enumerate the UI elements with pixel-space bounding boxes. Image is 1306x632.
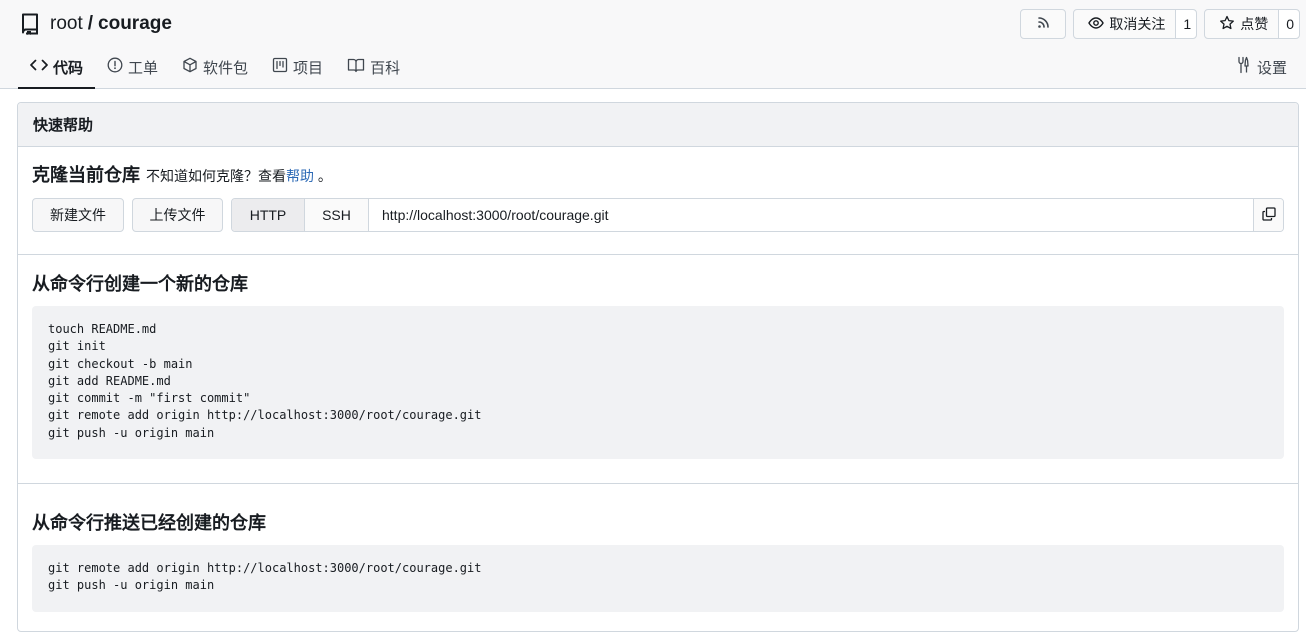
http-protocol-button[interactable]: HTTP [232, 199, 305, 231]
unwatch-button[interactable]: 取消关注 [1074, 10, 1175, 38]
watch-button-group: 取消关注 1 [1073, 9, 1198, 39]
upload-file-button[interactable]: 上传文件 [132, 198, 223, 232]
clone-section-title: 克隆当前仓库 不知道如何克隆？查看帮助 。 [32, 161, 332, 187]
tab-packages[interactable]: 软件包 [170, 47, 260, 87]
tab-wiki-label: 百科 [370, 59, 401, 77]
repo-separator: / [87, 13, 94, 34]
clone-help-text: 不知道如何克隆？查看帮助 。 [146, 166, 332, 186]
tab-packages-label: 软件包 [203, 59, 249, 77]
book-icon [347, 57, 365, 77]
ssh-protocol-button[interactable]: SSH [305, 199, 369, 231]
repo-name-link[interactable]: courage [98, 13, 172, 35]
code-icon [30, 58, 48, 76]
tab-settings[interactable]: 设置 [1235, 47, 1287, 87]
tab-projects-label: 项目 [293, 59, 324, 77]
tab-issues-label: 工单 [128, 59, 159, 77]
new-file-button[interactable]: 新建文件 [32, 198, 124, 232]
clone-url-group: HTTP SSH [231, 198, 1284, 232]
star-button[interactable]: 点赞 [1205, 10, 1278, 38]
star-icon [1219, 15, 1235, 34]
stars-count[interactable]: 0 [1278, 10, 1299, 38]
star-label: 点赞 [1240, 16, 1269, 32]
project-icon [272, 57, 288, 77]
star-button-group: 点赞 0 [1204, 9, 1300, 39]
section-divider [18, 254, 1298, 255]
new-repo-code-block: touch README.md git init git checkout -b… [32, 306, 1284, 459]
clone-heading: 克隆当前仓库 [32, 165, 140, 185]
repo-tabs: 代码 工单 软件包 项目 百科 [18, 47, 412, 89]
clone-help-prefix: 不知道如何克隆？查看 [146, 168, 286, 184]
clone-help-link[interactable]: 帮助 [286, 168, 314, 184]
repo-icon [19, 12, 41, 36]
push-existing-code-block: git remote add origin http://localhost:3… [32, 545, 1284, 612]
section-divider [18, 483, 1298, 484]
tab-wiki[interactable]: 百科 [335, 47, 412, 87]
package-icon [182, 57, 198, 77]
repo-title: root / courage [19, 11, 172, 37]
clone-row: 新建文件 上传文件 HTTP SSH [32, 198, 1284, 232]
rss-icon [1036, 16, 1050, 33]
new-repo-heading: 从命令行创建一个新的仓库 [32, 274, 248, 294]
clone-help-suffix: 。 [314, 168, 332, 184]
tools-icon [1235, 56, 1251, 78]
quick-help-title: 快速帮助 [18, 103, 1298, 147]
watchers-count[interactable]: 1 [1175, 10, 1197, 38]
repo-header: root / courage 取消关注 1 点赞 0 代码 工单 软件包 项目 … [0, 0, 1306, 89]
push-existing-heading: 从命令行推送已经创建的仓库 [32, 513, 266, 533]
repo-owner-link[interactable]: root [50, 13, 83, 35]
repo-actions: 取消关注 1 点赞 0 [1020, 9, 1300, 39]
tab-issues[interactable]: 工单 [95, 47, 170, 87]
quick-help-panel: 快速帮助 克隆当前仓库 不知道如何克隆？查看帮助 。 新建文件 上传文件 HTT… [17, 102, 1299, 632]
copy-url-button[interactable] [1253, 199, 1283, 231]
tab-code[interactable]: 代码 [18, 47, 96, 89]
eye-icon [1088, 15, 1105, 34]
tab-settings-label: 设置 [1256, 59, 1287, 77]
unwatch-label: 取消关注 [1109, 16, 1166, 32]
rss-feed-button[interactable] [1020, 9, 1067, 39]
clone-url-input[interactable] [369, 199, 1253, 231]
tab-code-label: 代码 [53, 59, 84, 77]
copy-icon [1261, 206, 1276, 224]
tab-projects[interactable]: 项目 [260, 47, 335, 87]
issue-icon [107, 57, 123, 77]
